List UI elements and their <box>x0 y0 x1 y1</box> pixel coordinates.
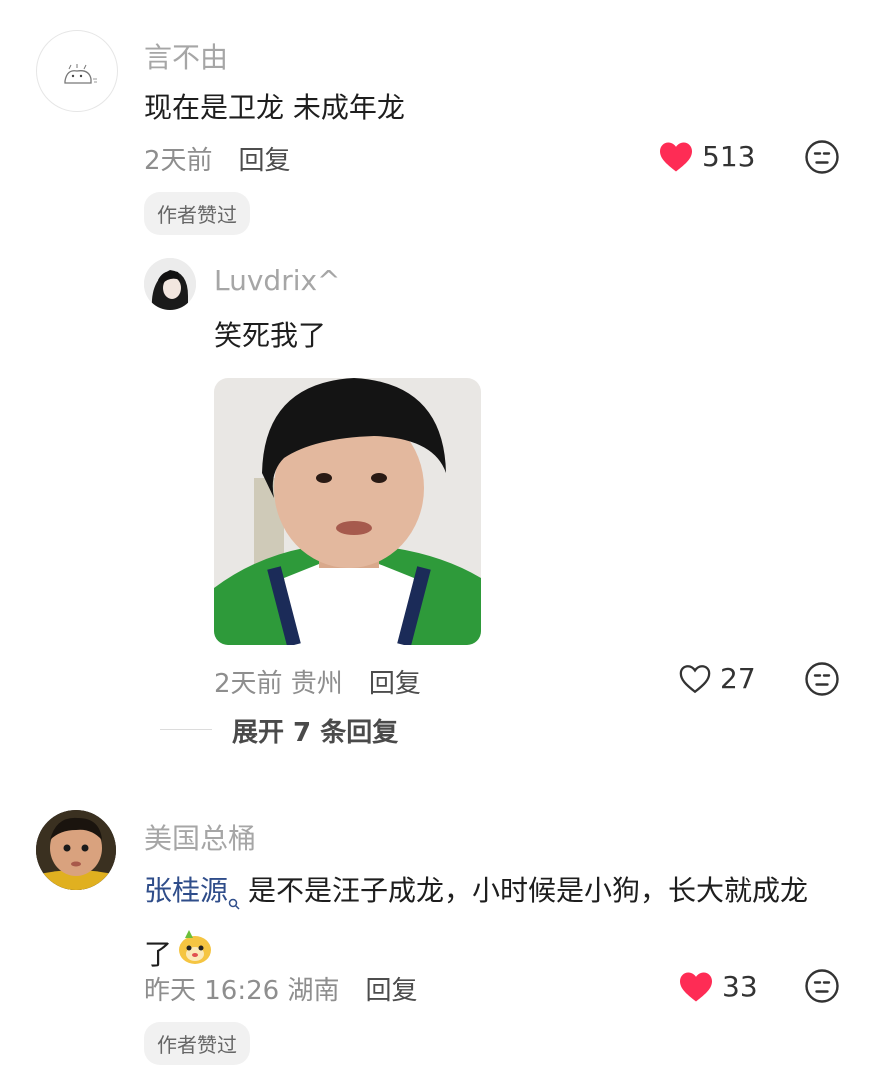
heart-filled-icon <box>680 971 712 1002</box>
expand-divider <box>160 729 212 730</box>
avatar[interactable] <box>36 30 118 112</box>
reply-like-button[interactable]: 27 <box>678 662 756 695</box>
reply-button[interactable]: 回复 <box>239 140 291 177</box>
mention-link[interactable]: 张桂源 <box>144 874 228 907</box>
comment-text-block: 张桂源 是不是汪子成龙，小时候是小狗，长大就成龙了 <box>144 864 834 984</box>
expand-replies-button[interactable]: 展开 7 条回复 <box>232 712 398 749</box>
author-liked-badge: 作者赞过 <box>144 192 250 235</box>
comment-username[interactable]: 言不由 <box>144 36 228 76</box>
reply-image[interactable] <box>214 378 481 645</box>
comment-username[interactable]: 美国总桶 <box>144 817 256 857</box>
avatar[interactable] <box>36 810 116 890</box>
comment-time-location: 昨天 16:26 湖南 <box>144 976 340 1006</box>
reply-time-location: 2天前 贵州 <box>214 669 343 699</box>
mention-search-icon <box>228 874 240 928</box>
heart-outline-icon <box>679 664 711 693</box>
avatar-baby-icon <box>36 810 116 890</box>
reply-username[interactable]: Luvdrix^ <box>214 264 341 297</box>
avatar-girl-icon <box>144 258 196 310</box>
author-liked-badge: 作者赞过 <box>144 1022 250 1065</box>
like-button[interactable]: 33 <box>678 970 758 1003</box>
comment-text: 是不是汪子成龙，小时候是小狗，长大就成龙了 <box>144 874 809 971</box>
dislike-button[interactable] <box>804 968 840 1008</box>
reply-meta: 2天前 贵州 回复 <box>214 663 421 700</box>
like-count: 513 <box>702 140 756 173</box>
comment-meta: 2天前 回复 <box>144 140 291 177</box>
reply-avatar[interactable] <box>144 258 196 310</box>
reply-dislike-button[interactable] <box>804 661 840 701</box>
comment-meta: 昨天 16:26 湖南 回复 <box>144 970 417 1007</box>
neutral-face-icon <box>805 969 839 1003</box>
meme-photo-icon <box>214 378 481 645</box>
dislike-button[interactable] <box>804 139 840 179</box>
like-button[interactable]: 513 <box>658 140 755 173</box>
reply-like-count: 27 <box>720 662 756 695</box>
comment-text: 现在是卫龙 未成年龙 <box>144 91 405 124</box>
heart-filled-icon <box>660 141 692 172</box>
neutral-face-icon <box>805 140 839 174</box>
comment-time: 2天前 <box>144 146 213 176</box>
reply-reply-button[interactable]: 回复 <box>369 663 421 700</box>
like-count: 33 <box>722 970 758 1003</box>
reply-text: 笑死我了 <box>214 319 327 352</box>
reply-button[interactable]: 回复 <box>365 970 417 1007</box>
avatar-sketch-icon <box>64 64 97 84</box>
neutral-face-icon <box>805 662 839 696</box>
